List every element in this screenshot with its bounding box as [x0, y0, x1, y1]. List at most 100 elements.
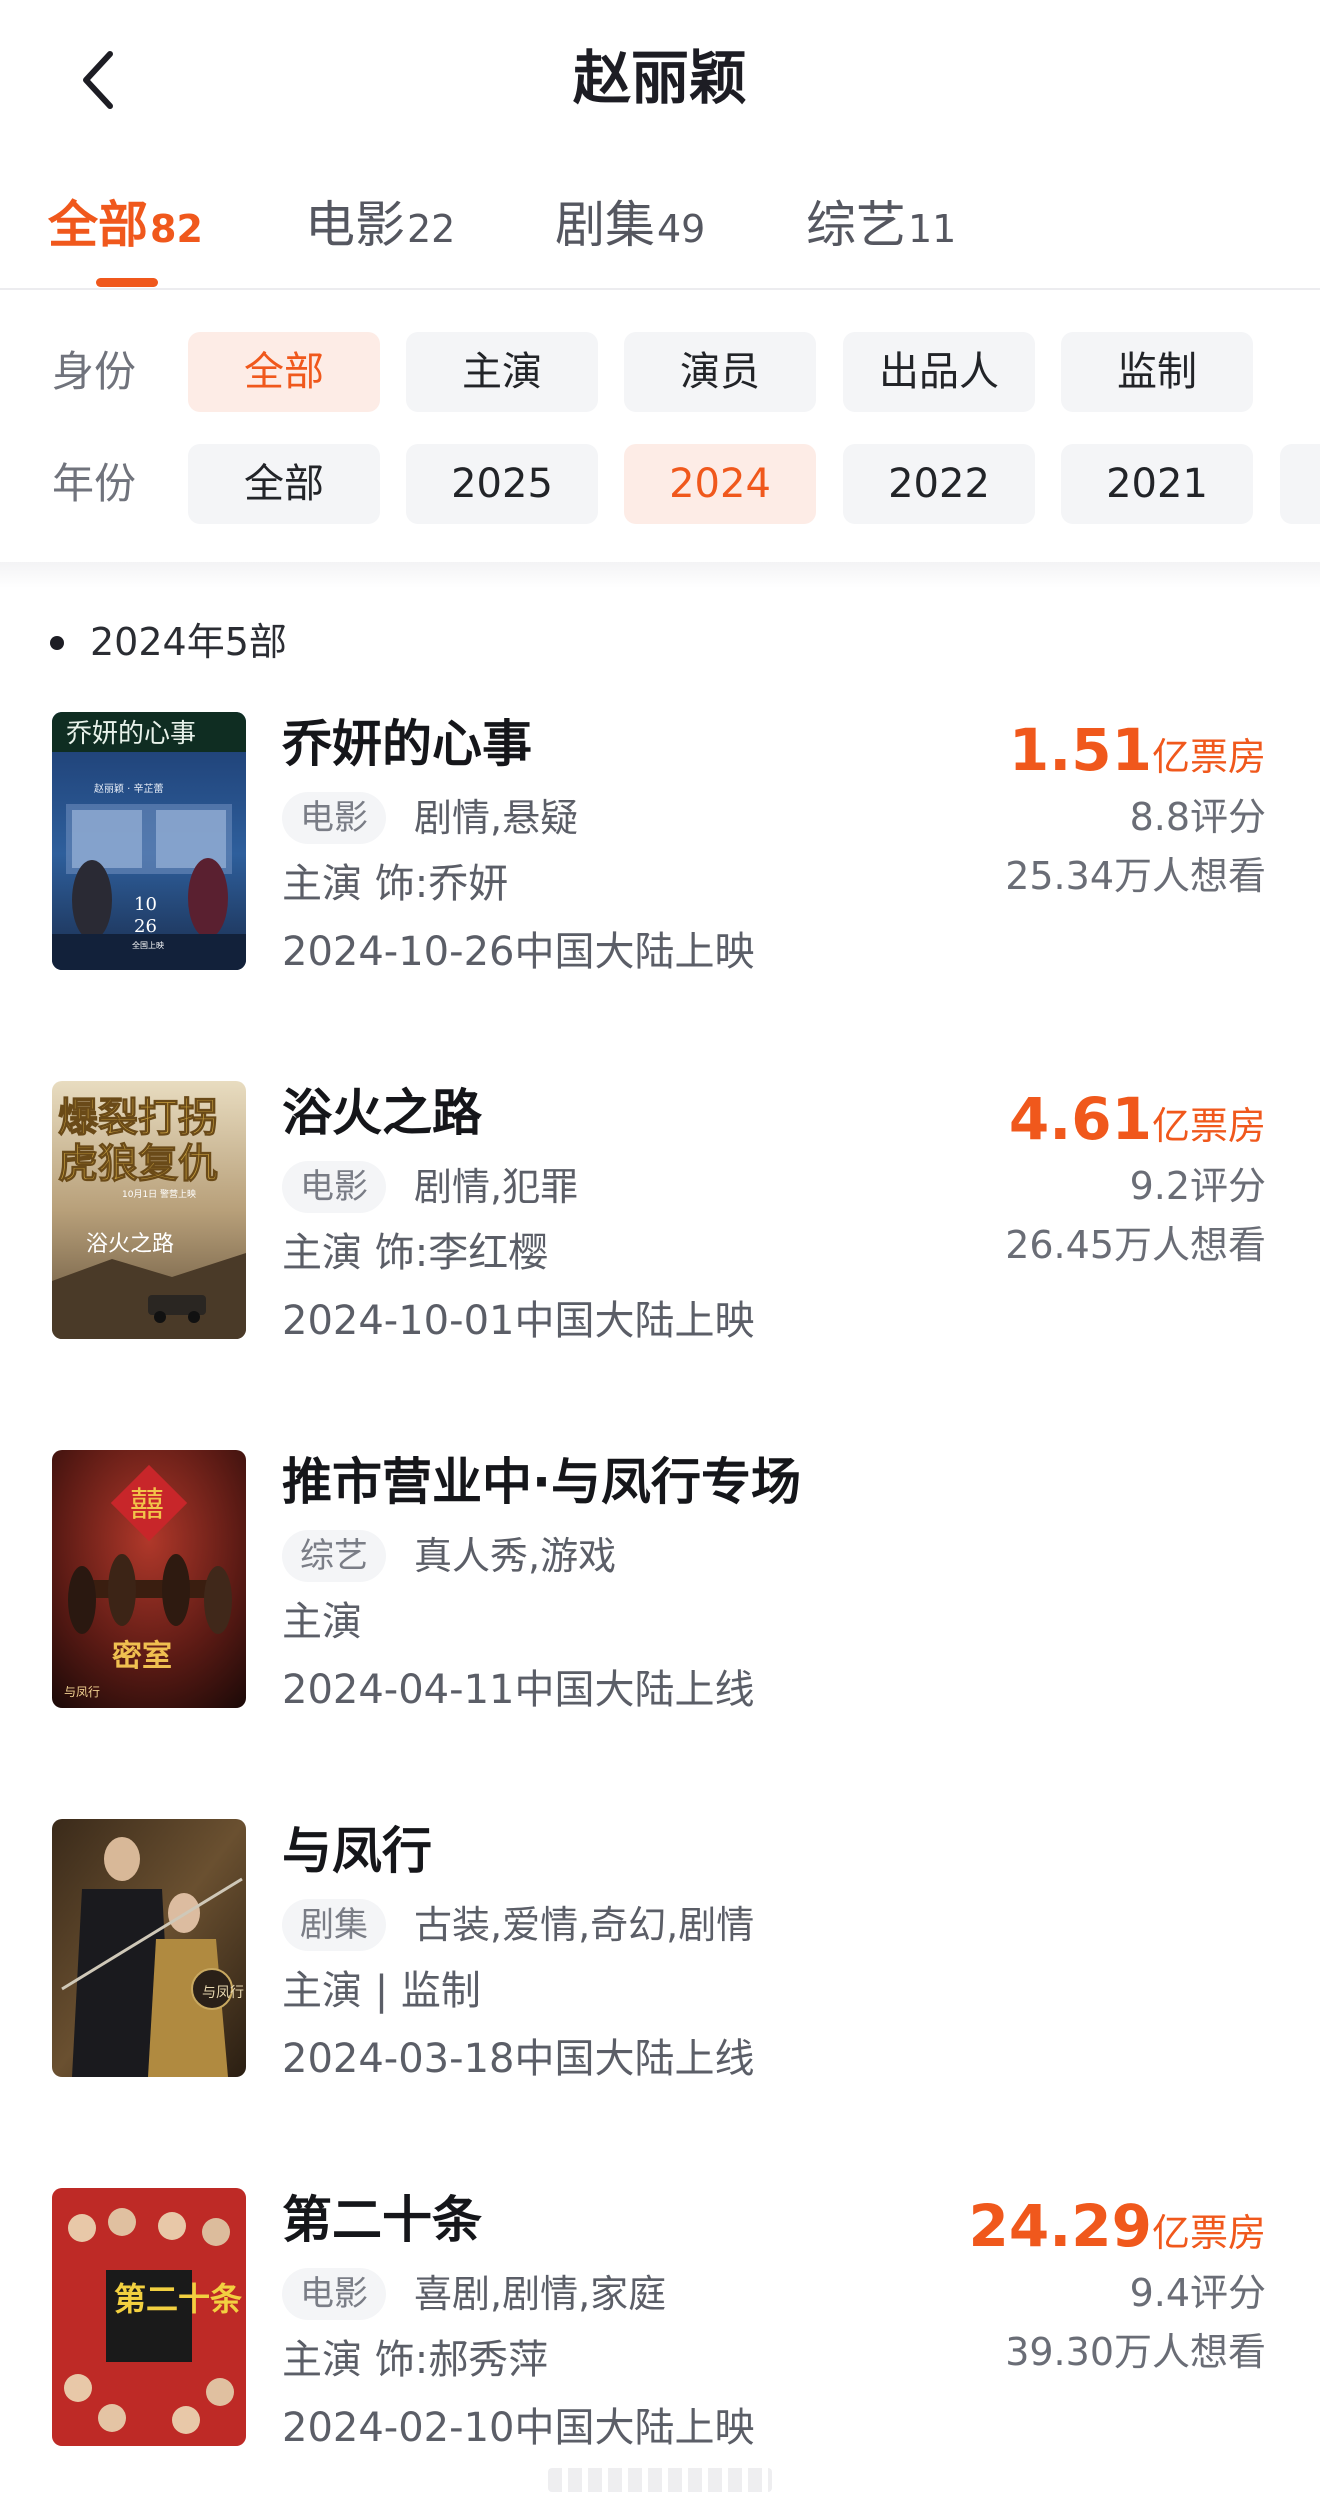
- type-tag: 电影: [282, 2268, 386, 2320]
- filter-panel-divider: [0, 562, 1320, 588]
- tab-all[interactable]: 全部82: [48, 180, 203, 280]
- identity-chip-all[interactable]: 全部: [188, 332, 380, 412]
- identity-filter-row: 身份 全部 主演 演员 出品人 监制: [0, 332, 1320, 412]
- tab-count: 22: [407, 207, 456, 251]
- poster-logo-text: 与凤行: [64, 1685, 100, 1699]
- release-text: 2024-10-26中国大陆上映: [282, 929, 755, 975]
- genres: 剧情,悬疑: [414, 796, 579, 840]
- poster-cast-text: 赵丽颖 · 辛芷蕾: [94, 782, 164, 795]
- role-text: 主演 饰:李红樱: [282, 1230, 549, 1276]
- identity-chip-actor[interactable]: 演员: [624, 332, 816, 412]
- year-chip-2024[interactable]: 2024: [624, 444, 816, 524]
- poster-image: 爆裂打拐 虎狼复仇 10月1日 警营上映 浴火之路: [52, 1081, 246, 1339]
- poster-title-text: 乔妍的心事: [66, 719, 196, 749]
- box-office: 1.51亿票房: [866, 712, 1266, 788]
- box-office-unit: 亿票房: [1151, 2211, 1266, 2255]
- year-filter-row: 年份 全部 2025 2024 2022 2021: [0, 444, 1320, 524]
- type-tag: 电影: [282, 1161, 386, 1213]
- poster-title-text: 与凤行: [202, 1985, 244, 2001]
- watermark-strip: [548, 2468, 772, 2492]
- poster-slogan-2: 虎狼复仇: [58, 1140, 218, 1187]
- tab-label: 综艺: [806, 196, 906, 254]
- genres: 真人秀,游戏: [414, 1534, 617, 1578]
- item-title: 乔妍的心事: [282, 715, 532, 773]
- poster-title-text: 密室: [112, 1639, 172, 1674]
- section-title: 2024年5部: [90, 620, 287, 664]
- work-item[interactable]: 爆裂打拐 虎狼复仇 10月1日 警营上映 浴火之路 浴火之路 电影 剧情,犯罪 …: [0, 1081, 1320, 1344]
- release-text: 2024-02-10中国大陆上映: [282, 2405, 755, 2451]
- role-text: 主演 | 监制: [282, 1968, 481, 2014]
- poster-date-day: 26: [134, 916, 157, 937]
- filter-panel: 身份 全部 主演 演员 出品人 监制 年份 全部 2025 2024 2022 …: [0, 290, 1320, 562]
- poster-title-text: 第二十条: [114, 2280, 242, 2318]
- score-text: 8.8评分: [1129, 795, 1266, 839]
- type-tag: 剧集: [282, 1899, 386, 1951]
- tab-count: 49: [657, 207, 706, 251]
- role-text: 主演: [282, 1599, 362, 1645]
- identity-chip-lead[interactable]: 主演: [406, 332, 598, 412]
- poster-xi-glyph: 囍: [130, 1485, 164, 1525]
- tab-variety[interactable]: 综艺11: [806, 180, 956, 280]
- tab-count: 11: [908, 207, 957, 251]
- year-chip-2022[interactable]: 2022: [843, 444, 1035, 524]
- bullet-dot-icon: [50, 636, 64, 650]
- type-tag: 综艺: [282, 1530, 386, 1582]
- want-count: 26.45万人想看: [1005, 1223, 1266, 1267]
- work-item[interactable]: 第二十条 第二十条 电影 喜剧,剧情,家庭 主演 饰:郝秀萍 2024-02-1…: [0, 2188, 1320, 2451]
- type-tag: 电影: [282, 792, 386, 844]
- release-text: 2024-03-18中国大陆上线: [282, 2036, 755, 2082]
- box-office-unit: 亿票房: [1151, 1104, 1266, 1148]
- year-chip-2025[interactable]: 2025: [406, 444, 598, 524]
- want-count: 25.34万人想看: [1005, 854, 1266, 898]
- poster-image: 乔妍的心事 赵丽颖 · 辛芷蕾 10 26 全国上映: [52, 712, 246, 970]
- year-chip-all[interactable]: 全部: [188, 444, 380, 524]
- poster-release-text: 10月1日 警营上映: [122, 1188, 196, 1200]
- genres: 喜剧,剧情,家庭: [414, 2272, 667, 2316]
- release-text: 2024-10-01中国大陆上映: [282, 1298, 755, 1344]
- want-count: 39.30万人想看: [1005, 2330, 1266, 2374]
- identity-chip-producer[interactable]: 出品人: [843, 332, 1035, 412]
- release-text: 2024-04-11中国大陆上线: [282, 1667, 755, 1713]
- active-tab-indicator: [96, 278, 158, 287]
- work-item[interactable]: 乔妍的心事 赵丽颖 · 辛芷蕾 10 26 全国上映 乔妍的心事 电影 剧情,悬…: [0, 712, 1320, 975]
- poster-release-text: 全国上映: [132, 940, 164, 950]
- tab-count: 82: [150, 207, 203, 251]
- nav-bar: 赵丽颖: [0, 0, 1320, 150]
- poster-image: 第二十条: [52, 2188, 246, 2446]
- poster-image: 与凤行: [52, 1819, 246, 2077]
- identity-chip-supervisor[interactable]: 监制: [1061, 332, 1253, 412]
- identity-filter-label: 身份: [52, 347, 137, 396]
- item-title: 推市营业中·与凤行专场: [282, 1453, 801, 1511]
- box-office-unit: 亿票房: [1151, 735, 1266, 779]
- box-office-value: 1.51: [1008, 716, 1152, 784]
- role-text: 主演 饰:郝秀萍: [282, 2337, 549, 2383]
- poster-date-month: 10: [134, 894, 157, 915]
- page-title: 赵丽颖: [572, 44, 747, 112]
- poster-title-text: 浴火之路: [86, 1232, 174, 1257]
- item-title: 与凤行: [282, 1822, 432, 1880]
- tab-label: 剧集: [555, 196, 655, 254]
- box-office: 4.61亿票房: [866, 1081, 1266, 1157]
- box-office-value: 4.61: [1008, 1085, 1152, 1153]
- item-stats: 24.29亿票房 9.4评分 39.30万人想看: [866, 2188, 1266, 2382]
- work-item[interactable]: 与凤行 与凤行 剧集 古装,爱情,奇幻,剧情 主演 | 监制 2024-03-1…: [0, 1819, 1320, 2082]
- category-tabs: 全部82 电影22 剧集49 综艺11: [0, 170, 1320, 290]
- item-stats: 1.51亿票房 8.8评分 25.34万人想看: [866, 712, 1266, 906]
- tab-label: 电影: [305, 196, 405, 254]
- role-text: 主演 饰:乔妍: [282, 861, 509, 907]
- item-title: 浴火之路: [282, 1084, 482, 1142]
- tab-series[interactable]: 剧集49: [555, 180, 705, 280]
- work-item[interactable]: 囍 密室 与凤行 推市营业中·与凤行专场 综艺 真人秀,游戏 主演 2024-0…: [0, 1450, 1320, 1713]
- genres: 剧情,犯罪: [414, 1165, 579, 1209]
- tab-movie[interactable]: 电影22: [305, 180, 455, 280]
- poster-image: 囍 密室 与凤行: [52, 1450, 246, 1708]
- item-title: 第二十条: [282, 2191, 482, 2249]
- item-stats: 4.61亿票房 9.2评分 26.45万人想看: [866, 1081, 1266, 1275]
- poster-slogan-1: 爆裂打拐: [58, 1094, 218, 1141]
- year-chip-overflow[interactable]: [1280, 444, 1320, 524]
- box-office: 24.29亿票房: [866, 2188, 1266, 2264]
- year-chip-2021[interactable]: 2021: [1061, 444, 1253, 524]
- score-text: 9.4评分: [1129, 2271, 1266, 2315]
- tab-label: 全部: [48, 196, 148, 254]
- genres: 古装,爱情,奇幻,剧情: [414, 1903, 755, 1947]
